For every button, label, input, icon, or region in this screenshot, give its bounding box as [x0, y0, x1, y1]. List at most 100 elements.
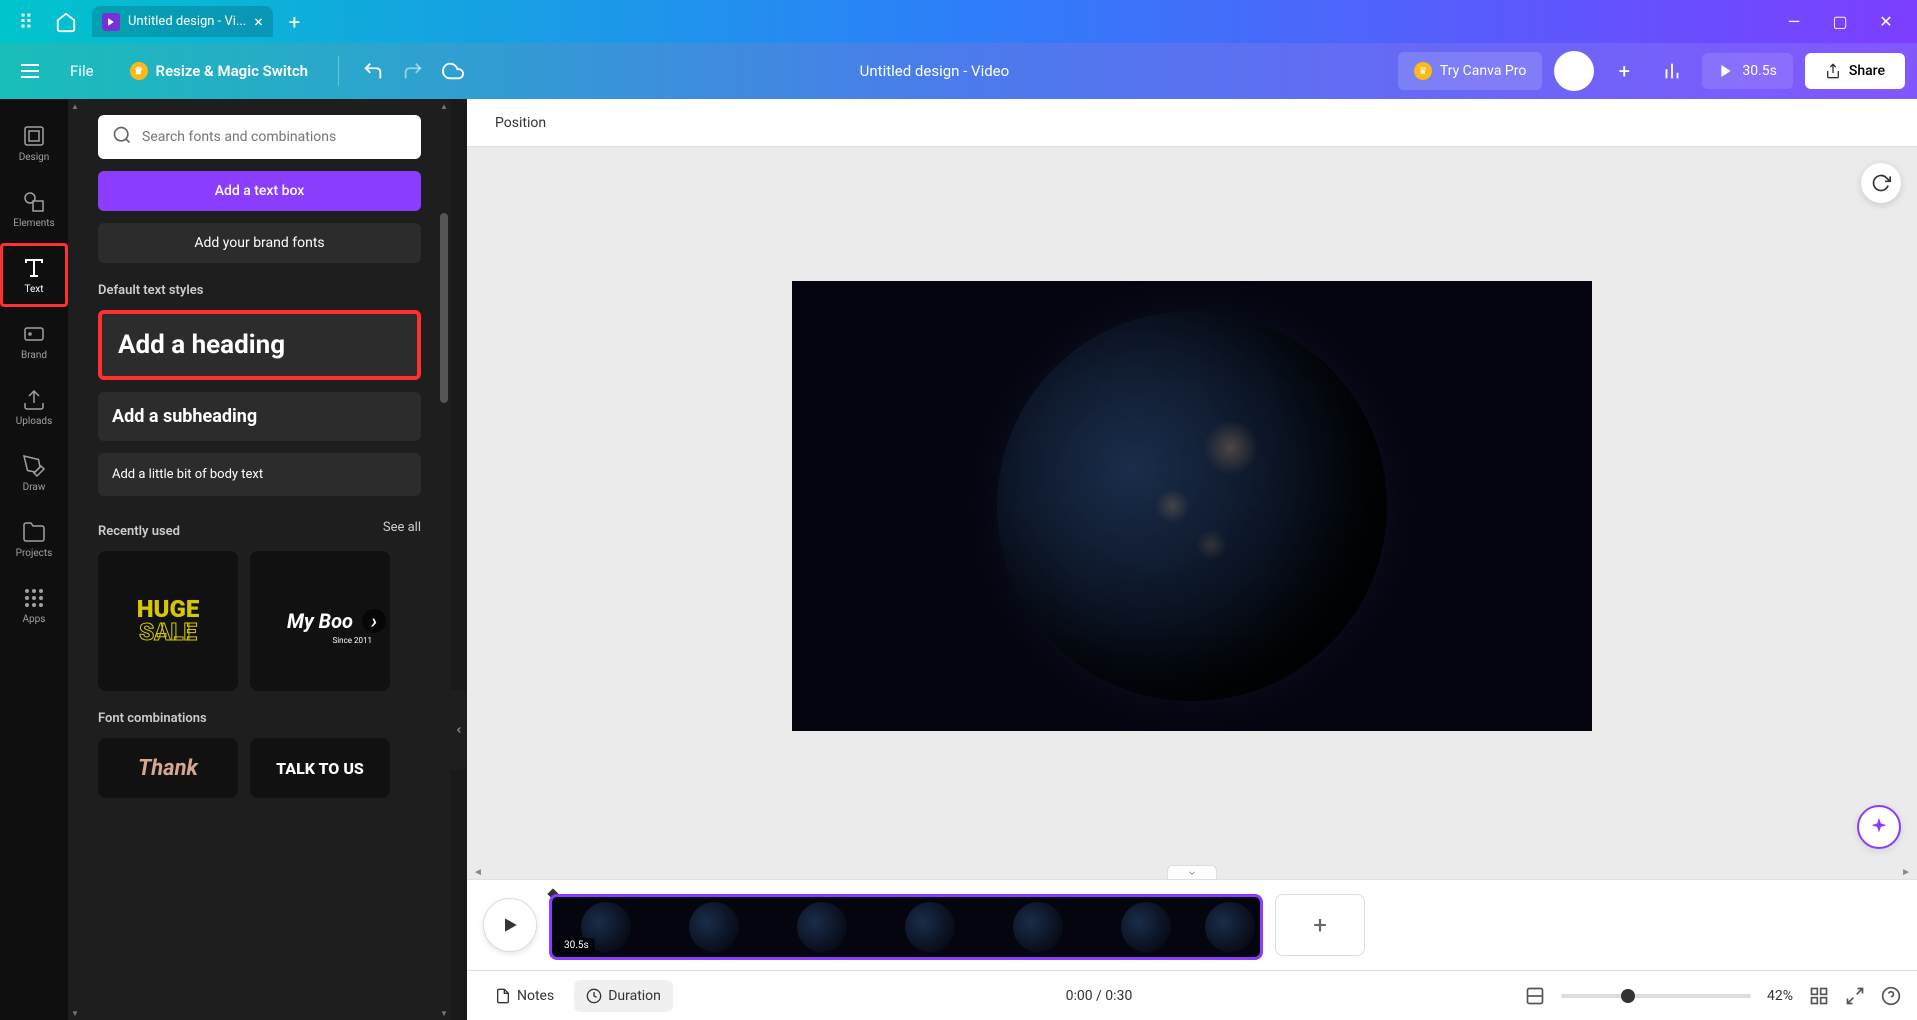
home-icon[interactable] — [48, 4, 84, 40]
tab-title: Untitled design - Vi... — [128, 14, 246, 29]
text-side-panel: Add a text box Add your brand fonts Defa… — [82, 99, 437, 1020]
document-tab[interactable]: Untitled design - Vi... × — [92, 6, 273, 37]
play-preview-button[interactable]: 30.5s — [1702, 53, 1793, 89]
magic-assist-button[interactable] — [1857, 805, 1901, 849]
font-thumb-mybook[interactable]: My Boo Since 2011 › — [250, 551, 390, 691]
rail-design[interactable]: Design — [0, 111, 68, 175]
grid-view-icon[interactable] — [1809, 986, 1829, 1006]
rail-elements-label: Elements — [13, 218, 54, 229]
undo-button[interactable] — [355, 53, 391, 89]
zoom-slider[interactable] — [1561, 994, 1751, 998]
crown-icon: ♛ — [1414, 62, 1432, 80]
duration-button[interactable]: Duration — [574, 980, 673, 1012]
search-input[interactable] — [98, 115, 421, 159]
rail-apps[interactable]: Apps — [0, 573, 68, 637]
canvas-viewport[interactable] — [467, 147, 1917, 865]
default-text-styles-label: Default text styles — [98, 283, 421, 298]
rail-uploads-label: Uploads — [16, 416, 52, 427]
main-menu-icon[interactable] — [12, 53, 48, 89]
font-combo-thank[interactable]: Thank — [98, 738, 238, 798]
font-combinations-label: Font combinations — [98, 711, 421, 726]
close-tab-icon[interactable]: × — [254, 12, 263, 31]
next-thumb-icon[interactable]: › — [362, 609, 386, 633]
rail-elements[interactable]: Elements — [0, 177, 68, 241]
window-top-bar: ⠿ Untitled design - Vi... × + — ▢ ✕ — [0, 0, 1917, 43]
duration-label: Duration — [608, 988, 661, 1004]
rail-text[interactable]: Text — [0, 243, 68, 307]
bottom-bar: Notes Duration 0:00 / 0:30 42% — [467, 970, 1917, 1020]
timeline: 30.5s + Notes Duration — [467, 879, 1917, 1020]
design-title[interactable]: Untitled design - Video — [479, 62, 1390, 80]
position-button[interactable]: Position — [483, 107, 558, 139]
font-combo-talk[interactable]: TALK TO US — [250, 738, 390, 798]
redo-button[interactable] — [395, 53, 431, 89]
scroll-left-icon[interactable]: ◄ — [473, 867, 483, 878]
resize-label: Resize & Magic Switch — [156, 62, 308, 80]
close-window-button[interactable]: ✕ — [1863, 0, 1909, 43]
thumb-text: SALE — [139, 621, 197, 644]
notes-button[interactable]: Notes — [483, 980, 566, 1012]
rail-projects-label: Projects — [16, 548, 53, 559]
menu-bar: File ♛ Resize & Magic Switch Untitled de… — [0, 43, 1917, 99]
rail-draw-label: Draw — [23, 482, 46, 493]
try-pro-label: Try Canva Pro — [1440, 63, 1526, 79]
rail-design-label: Design — [19, 152, 50, 163]
rail-text-label: Text — [24, 284, 43, 295]
font-thumb-huge-sale[interactable]: HUGE SALE — [98, 551, 238, 691]
add-body-text-button[interactable]: Add a little bit of body text — [98, 453, 421, 496]
timeline-play-button[interactable] — [483, 898, 537, 952]
add-brand-fonts-button[interactable]: Add your brand fonts — [98, 223, 421, 263]
rail-scrollbar[interactable]: ▲ ▼ — [68, 99, 82, 1020]
canvas-area: Position ◄ ► — [467, 99, 1917, 1020]
rail-brand[interactable]: Brand — [0, 309, 68, 373]
add-subheading-button[interactable]: Add a subheading — [98, 392, 421, 441]
add-page-button[interactable]: + — [1275, 894, 1365, 956]
analytics-icon[interactable] — [1654, 53, 1690, 89]
search-field[interactable] — [142, 129, 407, 145]
app-menu-icon[interactable]: ⠿ — [8, 4, 44, 40]
minimize-button[interactable]: — — [1771, 0, 1817, 43]
rail-projects[interactable]: Projects — [0, 507, 68, 571]
video-clip[interactable]: 30.5s — [549, 894, 1263, 960]
zoom-percentage[interactable]: 42% — [1767, 988, 1793, 1004]
duration-label: 30.5s — [1742, 63, 1777, 79]
notes-label: Notes — [517, 988, 554, 1004]
thumb-text: My Boo — [287, 609, 353, 633]
resize-magic-switch-button[interactable]: ♛ Resize & Magic Switch — [116, 54, 322, 88]
timeline-collapse-button[interactable] — [1167, 865, 1217, 879]
pages-icon[interactable] — [1525, 986, 1545, 1006]
file-menu[interactable]: File — [56, 54, 108, 88]
rail-uploads[interactable]: Uploads — [0, 375, 68, 439]
search-icon — [112, 125, 132, 149]
help-icon[interactable] — [1881, 986, 1901, 1006]
see-all-link[interactable]: See all — [383, 520, 421, 535]
left-rail: Design Elements Text Brand Uploads Draw … — [0, 99, 68, 1020]
try-canva-pro-button[interactable]: ♛ Try Canva Pro — [1398, 52, 1542, 90]
canvas-toolbar: Position — [467, 99, 1917, 147]
earth-graphic — [997, 311, 1387, 701]
collapse-panel-button[interactable] — [451, 690, 467, 770]
rail-draw[interactable]: Draw — [0, 441, 68, 505]
cloud-sync-icon[interactable] — [435, 53, 471, 89]
share-button[interactable]: Share — [1805, 53, 1905, 89]
add-collaborator-button[interactable]: + — [1606, 53, 1642, 89]
clip-duration-label: 30.5s — [558, 938, 595, 953]
video-canvas[interactable] — [792, 281, 1592, 731]
add-text-box-button[interactable]: Add a text box — [98, 171, 421, 211]
add-heading-button[interactable]: Add a heading — [98, 310, 421, 380]
share-label: Share — [1849, 63, 1885, 79]
fullscreen-icon[interactable] — [1845, 986, 1865, 1006]
user-avatar[interactable] — [1554, 51, 1594, 91]
crown-icon: ♛ — [130, 62, 148, 80]
rail-apps-label: Apps — [23, 614, 46, 625]
divider — [338, 56, 339, 86]
video-doc-icon — [102, 13, 120, 31]
recently-used-label: Recently used — [98, 524, 180, 539]
regenerate-button[interactable] — [1861, 163, 1901, 203]
rail-brand-label: Brand — [21, 350, 47, 361]
thumb-subtext: Since 2011 — [332, 636, 372, 645]
scroll-right-icon[interactable]: ► — [1901, 867, 1911, 878]
new-tab-button[interactable]: + — [289, 10, 300, 34]
panel-scrollbar[interactable]: ▲ ▼ — [437, 99, 451, 1020]
maximize-button[interactable]: ▢ — [1817, 0, 1863, 43]
